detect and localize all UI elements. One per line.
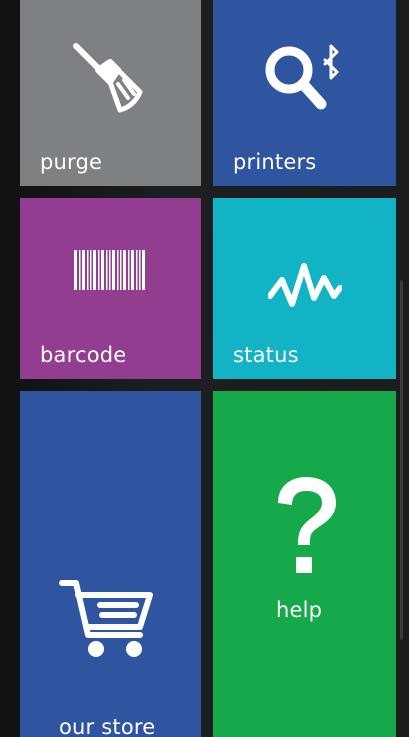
printers-tile[interactable]: printers (213, 0, 396, 186)
our-store-label: our store (59, 715, 156, 737)
barcode-icon (74, 250, 145, 290)
help-tile[interactable]: help (213, 391, 396, 737)
broom-icon (73, 43, 143, 113)
shopping-cart-icon (59, 580, 153, 657)
printers-label: printers (233, 150, 317, 174)
search-bluetooth-icon (265, 44, 339, 110)
barcode-tile[interactable]: barcode (20, 198, 201, 379)
question-mark-icon (278, 477, 336, 573)
barcode-label: barcode (40, 343, 127, 367)
help-label: help (276, 598, 323, 622)
our-store-tile[interactable]: our store (20, 391, 201, 737)
status-tile[interactable]: status (213, 198, 396, 379)
status-label: status (233, 343, 299, 367)
purge-tile[interactable]: purge (20, 0, 201, 186)
pulse-icon (268, 263, 342, 307)
app-screen: purge printers barcode status our store … (0, 0, 409, 737)
scrollbar[interactable] (400, 280, 403, 640)
purge-label: purge (40, 150, 103, 174)
